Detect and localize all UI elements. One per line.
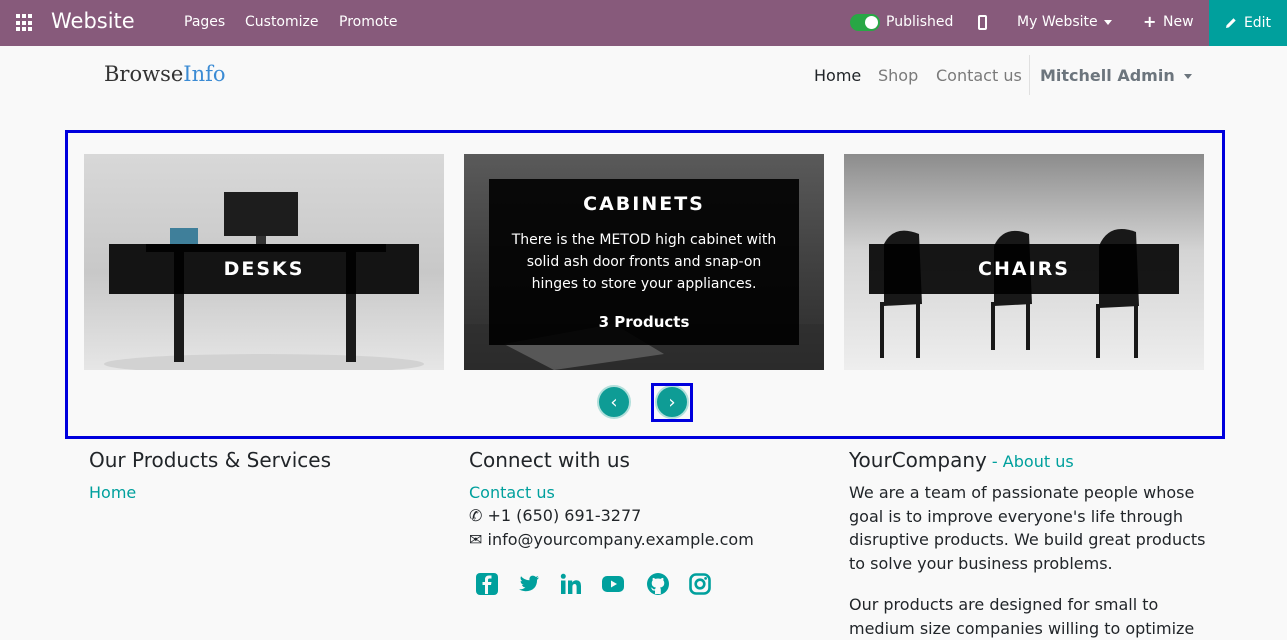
instagram-icon[interactable] — [688, 572, 712, 596]
footer-link-contact[interactable]: Contact us — [469, 483, 555, 502]
carousel-prev-button[interactable]: ‹ — [597, 385, 631, 419]
facebook-icon[interactable] — [475, 572, 499, 596]
plus-icon[interactable]: + — [1143, 14, 1156, 30]
logo-part2: Info — [183, 62, 226, 86]
category-card-desks[interactable]: DESKS — [84, 154, 444, 370]
apps-grid-icon[interactable] — [16, 14, 34, 32]
chevron-down-icon — [1103, 19, 1112, 25]
menu-customize[interactable]: Customize — [245, 14, 319, 30]
email-address: info@yourcompany.example.com — [487, 530, 754, 549]
user-menu[interactable]: Mitchell Admin — [1040, 66, 1192, 85]
phone-icon: ✆ — [469, 506, 483, 525]
edit-label: Edit — [1243, 15, 1272, 31]
published-toggle[interactable] — [850, 14, 880, 31]
envelope-icon: ✉ — [469, 530, 483, 549]
next-button-highlight — [651, 383, 693, 422]
chevron-down-icon — [1183, 74, 1192, 79]
new-button[interactable]: New — [1163, 14, 1194, 30]
title-separator: - — [986, 452, 1003, 471]
footer-phone: ✆ +1 (650) 691-3277 — [469, 506, 641, 525]
phone-number: +1 (650) 691-3277 — [487, 506, 642, 525]
published-label[interactable]: Published — [886, 14, 953, 30]
youtube-icon[interactable] — [601, 572, 625, 596]
footer-email[interactable]: ✉ info@yourcompany.example.com — [469, 530, 754, 549]
site-logo[interactable]: BrowseInfo — [104, 62, 226, 86]
mobile-preview-icon[interactable] — [978, 15, 987, 30]
footer-link-about[interactable]: About us — [1003, 452, 1074, 471]
admin-topbar: Website Pages Customize Promote Publishe… — [0, 0, 1287, 46]
card-title-chairs: CHAIRS — [978, 258, 1070, 280]
app-title[interactable]: Website — [51, 9, 135, 33]
cabinets-label-box: CABINETS There is the METOD high cabinet… — [489, 179, 799, 345]
card-count-cabinets: 3 Products — [598, 313, 690, 331]
category-card-chairs[interactable]: CHAIRS — [844, 154, 1204, 370]
nav-shop[interactable]: Shop — [878, 66, 918, 85]
card-title-cabinets: CABINETS — [583, 193, 705, 215]
chairs-label-box: CHAIRS — [869, 244, 1179, 294]
logo-part1: Browse — [104, 62, 184, 86]
menu-pages[interactable]: Pages — [184, 14, 225, 30]
footer-title-company: YourCompany - About us — [849, 448, 1074, 472]
nav-divider — [1029, 55, 1030, 95]
nav-contact-us[interactable]: Contact us — [936, 66, 1022, 85]
github-icon[interactable] — [646, 572, 670, 596]
chevron-left-icon: ‹ — [610, 391, 618, 413]
footer-title-connect: Connect with us — [469, 448, 630, 472]
menu-promote[interactable]: Promote — [339, 14, 398, 30]
edit-button[interactable]: Edit — [1209, 0, 1287, 46]
linkedin-icon[interactable] — [559, 572, 583, 596]
company-description-1: We are a team of passionate people whose… — [849, 483, 1206, 573]
card-description-cabinets: There is the METOD high cabinet with sol… — [511, 232, 777, 292]
twitter-icon[interactable] — [517, 572, 541, 596]
pencil-icon — [1225, 18, 1236, 28]
website-selector-label: My Website — [1017, 14, 1098, 30]
nav-home[interactable]: Home — [814, 66, 861, 85]
desks-label-box: DESKS — [109, 244, 419, 294]
company-name: YourCompany — [849, 448, 987, 472]
card-title-desks: DESKS — [223, 258, 305, 280]
footer-link-home[interactable]: Home — [89, 483, 136, 502]
user-name: Mitchell Admin — [1040, 66, 1175, 85]
footer-title-products: Our Products & Services — [89, 448, 332, 472]
company-description-2: Our products are designed for small to m… — [849, 595, 1195, 638]
website-selector[interactable]: My Website — [1017, 14, 1112, 30]
category-card-cabinets[interactable]: CABINETS There is the METOD high cabinet… — [464, 154, 824, 370]
